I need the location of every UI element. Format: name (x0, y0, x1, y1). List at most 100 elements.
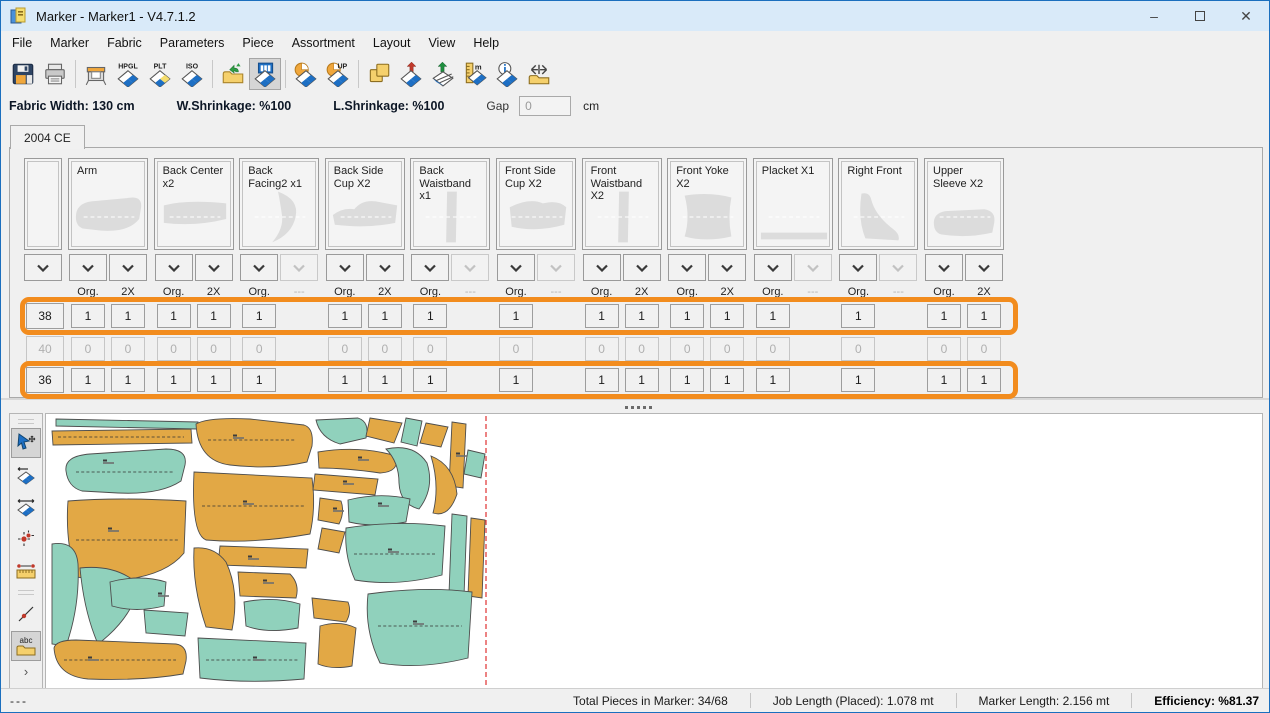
qty-cell[interactable]: 0 (157, 337, 191, 361)
menu-item-help[interactable]: Help (464, 33, 508, 53)
piece-dropdown-primary[interactable] (69, 254, 107, 281)
size-header-dropdown[interactable] (24, 254, 62, 281)
qty-cell[interactable]: 0 (841, 337, 875, 361)
menu-item-view[interactable]: View (419, 33, 464, 53)
piece-dropdown-secondary[interactable] (623, 254, 661, 281)
qty-cell[interactable]: 0 (967, 337, 1001, 361)
size-label-cell[interactable]: 40 (26, 336, 64, 362)
import-marker-button[interactable] (217, 58, 249, 90)
minimize-button[interactable]: – (1131, 1, 1177, 31)
qty-cell[interactable]: 0 (756, 337, 790, 361)
qty-cell[interactable]: 1 (368, 368, 402, 392)
measure-tool[interactable] (11, 556, 41, 586)
qty-cell[interactable]: 1 (967, 304, 1001, 328)
qty-cell[interactable]: 1 (710, 368, 744, 392)
size-label-cell[interactable]: 38 (26, 303, 64, 329)
plotter-button[interactable] (80, 58, 112, 90)
piece-dropdown-primary[interactable] (583, 254, 621, 281)
notch-tool[interactable] (11, 599, 41, 629)
qty-cell[interactable]: 1 (413, 368, 447, 392)
piece-dropdown-secondary[interactable] (109, 254, 147, 281)
qty-cell[interactable]: 1 (328, 304, 362, 328)
qty-cell[interactable]: 0 (625, 337, 659, 361)
menu-item-parameters[interactable]: Parameters (151, 33, 234, 53)
qty-cell[interactable]: 1 (670, 304, 704, 328)
qty-cell[interactable]: 1 (841, 368, 875, 392)
flip-vertical-tool[interactable] (11, 492, 41, 522)
qty-cell[interactable]: 1 (585, 304, 619, 328)
piece-dropdown-primary[interactable] (155, 254, 193, 281)
qty-cell[interactable]: 0 (585, 337, 619, 361)
qty-cell[interactable]: 1 (111, 304, 145, 328)
qty-cell[interactable]: 1 (499, 304, 533, 328)
piece-dropdown-primary[interactable] (411, 254, 449, 281)
export-plt-button[interactable]: PLT (144, 58, 176, 90)
qty-cell[interactable]: 1 (967, 368, 1001, 392)
qty-cell[interactable]: 1 (625, 304, 659, 328)
piece-dropdown-secondary[interactable] (195, 254, 233, 281)
qty-cell[interactable]: 1 (841, 304, 875, 328)
palette-expand[interactable]: › (24, 664, 28, 679)
qty-cell[interactable]: 1 (197, 304, 231, 328)
drill-point-tool[interactable] (11, 524, 41, 554)
qty-cell[interactable]: 1 (242, 368, 276, 392)
qty-cell[interactable]: 0 (670, 337, 704, 361)
menu-item-assortment[interactable]: Assortment (283, 33, 364, 53)
piece-dropdown-secondary[interactable] (965, 254, 1003, 281)
qty-cell[interactable]: 1 (242, 304, 276, 328)
qty-cell[interactable]: 1 (625, 368, 659, 392)
print-button[interactable] (39, 58, 71, 90)
piece-dropdown-primary[interactable] (754, 254, 792, 281)
gap-input[interactable] (519, 96, 571, 116)
tab-2004-ce[interactable]: 2004 CE (10, 125, 85, 149)
qty-cell[interactable]: 1 (710, 304, 744, 328)
qty-cell[interactable]: 1 (197, 368, 231, 392)
qty-cell[interactable]: 0 (242, 337, 276, 361)
qty-cell[interactable]: 0 (413, 337, 447, 361)
marker-info-button[interactable] (491, 58, 523, 90)
save-button[interactable] (7, 58, 39, 90)
qty-cell[interactable]: 0 (71, 337, 105, 361)
qty-cell[interactable]: 1 (157, 368, 191, 392)
piece-dropdown-primary[interactable] (240, 254, 278, 281)
copy-piece-button[interactable] (363, 58, 395, 90)
place-piece-button[interactable] (427, 58, 459, 90)
size-label-cell[interactable]: 36 (26, 367, 64, 393)
splitter-handle[interactable] (1, 398, 1269, 413)
piece-dropdown-secondary[interactable] (708, 254, 746, 281)
qty-cell[interactable]: 1 (499, 368, 533, 392)
piece-dropdown-primary[interactable] (839, 254, 877, 281)
piece-dropdown-secondary[interactable] (366, 254, 404, 281)
flip-horizontal-tool[interactable] (11, 460, 41, 490)
maximize-button[interactable] (1177, 1, 1223, 31)
menu-item-fabric[interactable]: Fabric (98, 33, 151, 53)
fabric-width-button[interactable] (523, 58, 555, 90)
qty-cell[interactable]: 1 (111, 368, 145, 392)
qty-cell[interactable]: 0 (710, 337, 744, 361)
qty-cell[interactable]: 1 (328, 368, 362, 392)
qty-cell[interactable]: 1 (756, 304, 790, 328)
time-up-button[interactable]: UP (322, 58, 354, 90)
select-move-tool[interactable] (11, 428, 41, 458)
menu-item-piece[interactable]: Piece (233, 33, 282, 53)
marker-canvas[interactable] (45, 413, 1263, 690)
qty-cell[interactable]: 1 (670, 368, 704, 392)
measure-length-button[interactable]: m (459, 58, 491, 90)
qty-cell[interactable]: 1 (413, 304, 447, 328)
qty-cell[interactable]: 1 (756, 368, 790, 392)
send-up-button[interactable] (395, 58, 427, 90)
piece-dropdown-primary[interactable] (326, 254, 364, 281)
qty-cell[interactable]: 0 (111, 337, 145, 361)
qty-cell[interactable]: 0 (927, 337, 961, 361)
piece-dropdown-primary[interactable] (497, 254, 535, 281)
qty-cell[interactable]: 0 (368, 337, 402, 361)
qty-cell[interactable]: 1 (157, 304, 191, 328)
qty-cell[interactable]: 0 (197, 337, 231, 361)
qty-cell[interactable]: 0 (328, 337, 362, 361)
menu-item-layout[interactable]: Layout (364, 33, 420, 53)
export-iso-button[interactable]: ISO (176, 58, 208, 90)
qty-cell[interactable]: 1 (927, 368, 961, 392)
piece-dropdown-primary[interactable] (668, 254, 706, 281)
time-button[interactable] (290, 58, 322, 90)
qty-cell[interactable]: 1 (71, 368, 105, 392)
